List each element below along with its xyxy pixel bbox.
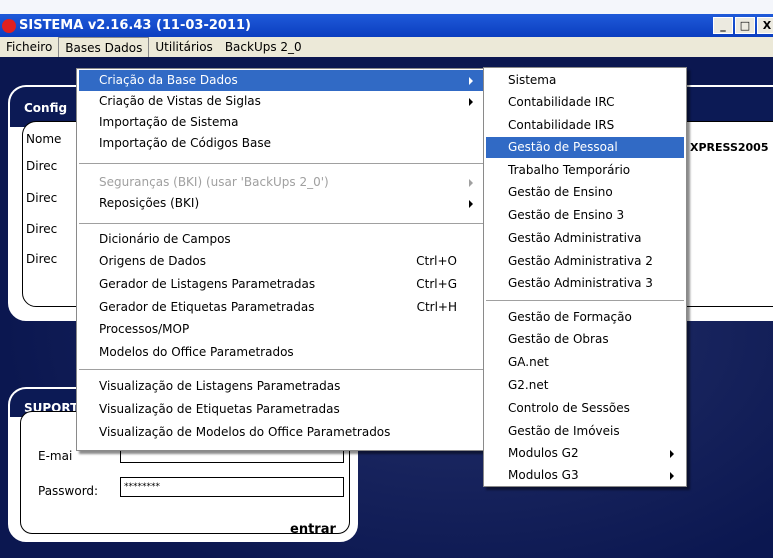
menu-item-gerador-listagens[interactable]: Gerador de Listagens Parametradas Ctrl+G <box>79 274 483 295</box>
menu-item-importacao-codigos-base[interactable]: Importação de Códigos Base <box>79 133 483 154</box>
submenu-arrow-icon <box>469 179 473 187</box>
menu-item-visualizacao-modelos-office[interactable]: Visualização de Modelos do Office Parame… <box>79 422 483 443</box>
menu-item-modelos-office[interactable]: Modelos do Office Parametrados <box>79 342 483 363</box>
submenu-arrow-icon <box>469 98 473 106</box>
submenu-item-g2-net[interactable]: G2.net <box>486 375 684 396</box>
menu-ficheiro[interactable]: Ficheiro <box>0 37 58 57</box>
submenu-item-gestao-imoveis[interactable]: Gestão de Imóveis <box>486 421 684 442</box>
submenu-item-gestao-administrativa-2[interactable]: Gestão Administrativa 2 <box>486 251 684 272</box>
config-label-direc-1: Direc <box>26 159 58 173</box>
window-controls: _ □ X <box>713 17 773 34</box>
submenu-item-gestao-ensino-3[interactable]: Gestão de Ensino 3 <box>486 205 684 226</box>
menu-item-processos-mop[interactable]: Processos/MOP <box>79 319 483 340</box>
submenu-item-modulos-g3[interactable]: Modulos G3 <box>486 465 684 486</box>
shortcut-label: Ctrl+G <box>416 277 457 291</box>
menu-separator <box>79 369 483 371</box>
submenu-item-sistema[interactable]: Sistema <box>486 70 684 91</box>
submenu-item-trabalho-temporario[interactable]: Trabalho Temporário <box>486 160 684 181</box>
menu-bar: Ficheiro Bases Dados Utilitários BackUps… <box>0 37 773 57</box>
menu-separator <box>79 163 483 165</box>
submenu-item-gestao-pessoal[interactable]: Gestão de Pessoal <box>486 137 684 158</box>
menu-item-segurancas-bki: Seguranças (BKI) (usar 'BackUps 2_0') <box>79 172 483 193</box>
menu-item-reposicoes-bki[interactable]: Reposições (BKI) <box>79 193 483 214</box>
menu-bases-dados[interactable]: Bases Dados <box>58 37 150 57</box>
submenu-arrow-icon <box>670 450 674 458</box>
submenu-arrow-icon <box>469 77 473 85</box>
submenu-item-controlo-sessoes[interactable]: Controlo de Sessões <box>486 398 684 419</box>
window-title: SISTEMA v2.16.43 (11-03-2011) <box>19 18 251 33</box>
config-label-direc-3: Direc <box>26 222 58 236</box>
submenu-item-contabilidade-irc[interactable]: Contabilidade IRC <box>486 92 684 113</box>
submenu-arrow-icon <box>469 200 473 208</box>
submenu-item-ga-net[interactable]: GA.net <box>486 352 684 373</box>
submenu-item-gestao-ensino[interactable]: Gestão de Ensino <box>486 182 684 203</box>
config-label-nome: Nome <box>26 132 62 146</box>
submenu-item-modulos-g2[interactable]: Modulos G2 <box>486 443 684 464</box>
menu-item-gerador-etiquetas[interactable]: Gerador de Etiquetas Parametradas Ctrl+H <box>79 297 483 318</box>
submenu-arrow-icon <box>670 472 674 480</box>
criacao-base-dados-submenu: Sistema Contabilidade IRC Contabilidade … <box>483 67 687 487</box>
menu-item-criacao-vistas-siglas[interactable]: Criação de Vistas de Siglas <box>79 91 483 112</box>
menu-item-origens-dados[interactable]: Origens de Dados Ctrl+O <box>79 251 483 272</box>
shortcut-label: Ctrl+O <box>416 254 457 268</box>
menu-backups[interactable]: BackUps 2_0 <box>219 37 308 57</box>
email-label: E-mai <box>38 449 73 463</box>
submenu-item-gestao-formacao[interactable]: Gestão de Formação <box>486 307 684 328</box>
shortcut-label: Ctrl+H <box>416 300 457 314</box>
menu-item-visualizacao-etiquetas[interactable]: Visualização de Etiquetas Parametradas <box>79 399 483 420</box>
config-title: Config <box>24 101 68 115</box>
menu-utilitarios[interactable]: Utilitários <box>149 37 218 57</box>
config-label-direc-2: Direc <box>26 191 58 205</box>
config-value-name: XPRESS2005 <box>690 141 769 154</box>
close-button[interactable]: X <box>757 17 773 34</box>
enter-button[interactable]: entrar <box>290 522 336 537</box>
password-label: Password: <box>38 484 99 498</box>
menu-item-criacao-base-dados[interactable]: Criação da Base Dados <box>79 70 483 91</box>
submenu-item-gestao-obras[interactable]: Gestão de Obras <box>486 329 684 350</box>
password-field[interactable]: ******** <box>120 477 344 497</box>
app-icon <box>2 18 16 33</box>
menu-item-importacao-sistema[interactable]: Importação de Sistema <box>79 112 483 133</box>
config-label-direc-4: Direc <box>26 252 58 266</box>
maximize-button[interactable]: □ <box>735 17 755 34</box>
menu-separator <box>79 223 483 225</box>
title-bar[interactable]: SISTEMA v2.16.43 (11-03-2011) _ □ X <box>0 14 773 37</box>
bases-dados-menu: Criação da Base Dados Criação de Vistas … <box>76 68 486 451</box>
menu-separator <box>486 300 684 302</box>
submenu-item-contabilidade-irs[interactable]: Contabilidade IRS <box>486 115 684 136</box>
submenu-item-gestao-administrativa-3[interactable]: Gestão Administrativa 3 <box>486 273 684 294</box>
menu-item-visualizacao-listagens[interactable]: Visualização de Listagens Parametradas <box>79 376 483 397</box>
menu-item-dicionario-campos[interactable]: Dicionário de Campos <box>79 229 483 250</box>
minimize-button[interactable]: _ <box>713 17 733 34</box>
submenu-item-gestao-administrativa[interactable]: Gestão Administrativa <box>486 228 684 249</box>
